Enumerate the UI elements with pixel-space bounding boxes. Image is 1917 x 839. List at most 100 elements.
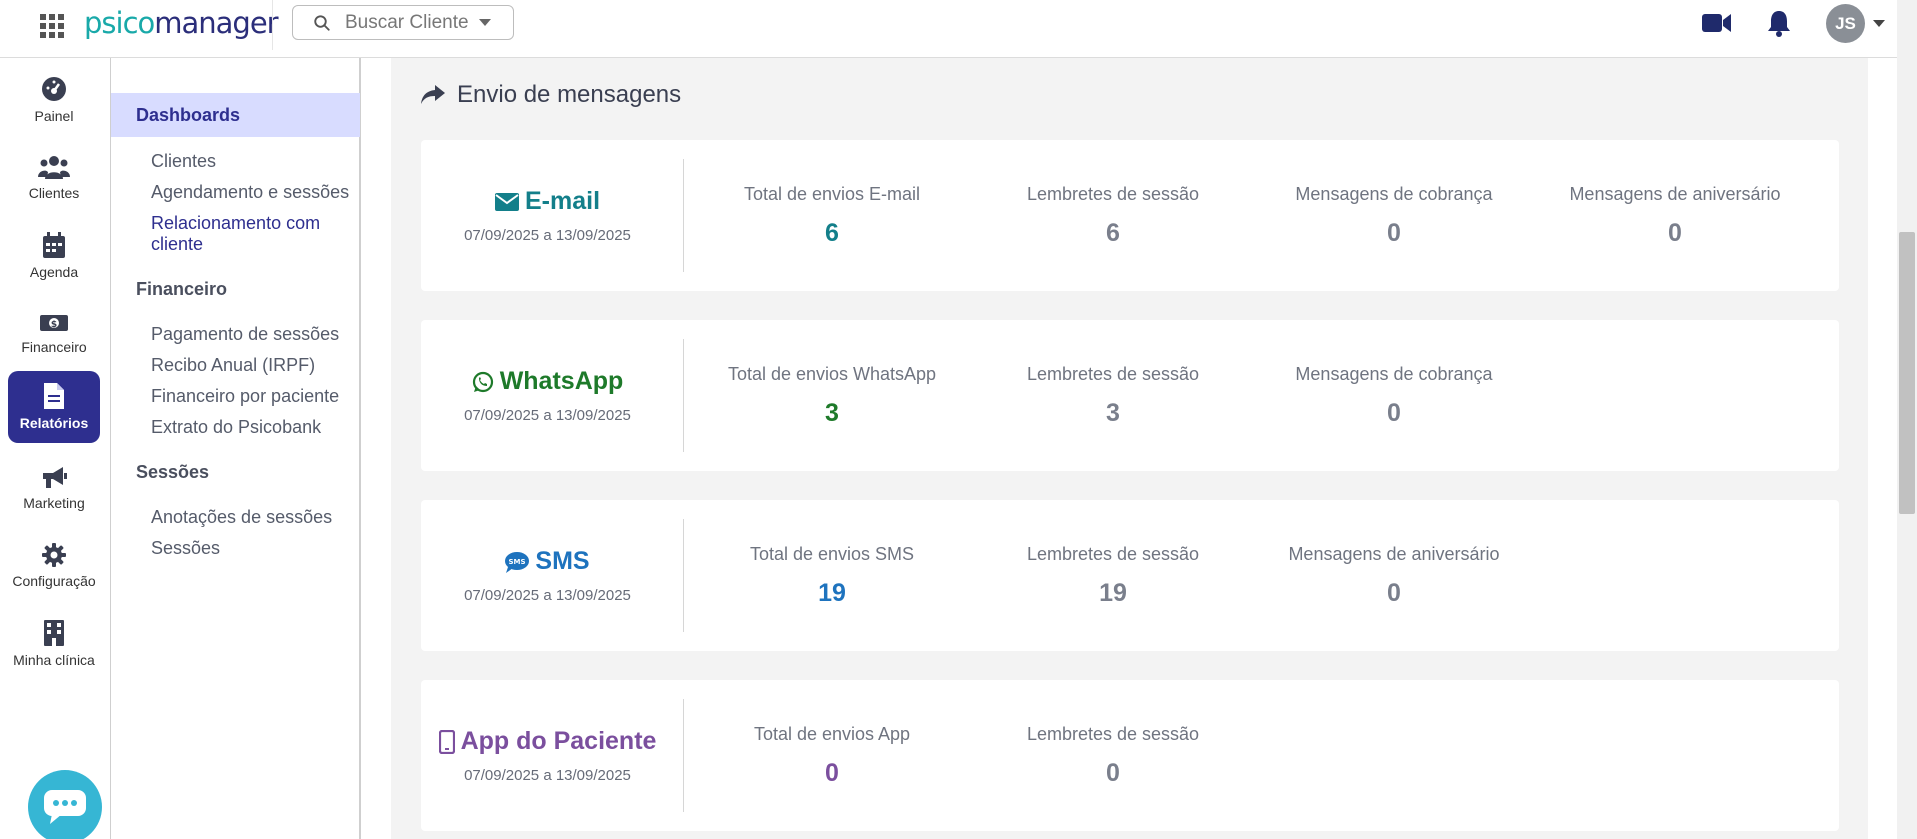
submenu-link-relacionamento[interactable]: Relacionamento com cliente [151,213,341,255]
channel-name: E-mail [524,187,601,215]
submenu-heading-sessoes: Sessões [136,462,210,482]
channel-header: E-mail 07/09/2025 a 13/09/2025 [421,140,674,291]
nav-item-agenda[interactable]: Agenda [8,221,100,291]
channel-title: WhatsApp [472,367,623,396]
stat-label: Total de envios WhatsApp [727,364,937,384]
logo[interactable]: psicomanager [84,6,279,40]
channel-header: WhatsApp 07/09/2025 a 13/09/2025 [421,320,674,471]
channel-title: SMS SMS [505,547,590,576]
avatar[interactable]: JS [1826,4,1865,43]
stat-lembretes: Lembretes de sessão 6 [993,184,1233,248]
money-icon: $ [40,315,68,331]
channel-date-range: 07/09/2025 a 13/09/2025 [464,587,631,604]
divider [683,699,684,812]
nav-item-clientes[interactable]: Clientes [8,143,100,213]
submenu-link-agendamento[interactable]: Agendamento e sessões [151,182,349,203]
nav-label: Financeiro [21,339,87,355]
stat-value: 0 [1668,219,1682,247]
stat-value: 6 [1106,219,1120,247]
svg-text:$: $ [51,320,57,330]
channel-card-sms: SMS SMS 07/09/2025 a 13/09/2025 Total de… [421,500,1839,651]
stat-value: 6 [825,219,839,247]
channel-card-whatsapp: WhatsApp 07/09/2025 a 13/09/2025 Total d… [421,320,1839,471]
stat-label: Mensagens de cobrança [1295,364,1493,384]
sms-icon: SMS [505,551,530,573]
nav-item-relatorios[interactable]: Relatórios [8,371,100,443]
stat-total: Total de envios App 0 [712,724,952,788]
nav-label: Minha clínica [13,652,95,668]
stat-label: Total de envios App [753,724,911,744]
page-scrollbar[interactable] [1897,0,1917,839]
main-nav-rail: Painel Clientes Agenda $ Financeiro Rela… [0,58,110,839]
stat-total: Total de envios E-mail 6 [712,184,952,248]
channel-name: App do Paciente [460,727,657,755]
search-client-input[interactable]: Buscar Cliente [292,5,514,40]
divider [683,159,684,272]
stat-lembretes: Lembretes de sessão 3 [993,364,1233,428]
nav-item-configuracao[interactable]: Configuração [8,531,100,601]
svg-text:SMS: SMS [509,558,526,566]
stat-value: 0 [1387,579,1401,607]
channel-date-range: 07/09/2025 a 13/09/2025 [464,227,631,244]
stat-value: 19 [1099,579,1127,607]
nav-item-financeiro[interactable]: $ Financeiro [8,299,100,369]
building-icon [44,620,64,646]
top-bar: psicomanager Buscar Cliente JS [0,0,1897,58]
chat-support-button[interactable] [28,770,102,839]
search-placeholder: Buscar Cliente [345,11,469,33]
stat-aniversario: Mensagens de aniversário 0 [1555,184,1795,248]
submenu-heading-financeiro: Financeiro [136,279,228,299]
submenu-link-anotacoes[interactable]: Anotações de sessões [151,507,332,528]
dashboard-icon [42,77,66,101]
stat-total: Total de envios WhatsApp 3 [712,364,952,428]
chevron-down-icon [478,19,491,26]
submenu-link-clientes[interactable]: Clientes [151,151,216,172]
report-icon [44,383,64,409]
submenu-link-recibo[interactable]: Recibo Anual (IRPF) [151,355,315,376]
channel-card-app: App do Paciente 07/09/2025 a 13/09/2025 … [421,680,1839,831]
nav-item-minha-clinica[interactable]: Minha clínica [8,609,100,679]
submenu-link-extrato[interactable]: Extrato do Psicobank [151,417,321,438]
divider [683,519,684,632]
section-title-text: Envio de mensagens [457,81,682,108]
stat-label: Mensagens de aniversário [1288,544,1500,564]
stat-label: Total de envios SMS [749,544,915,564]
gear-icon [42,543,66,567]
stat-label: Mensagens de aniversário [1569,184,1781,204]
submenu-link-financeiro-paciente[interactable]: Financeiro por paciente [151,386,339,407]
nav-label: Painel [34,108,74,124]
nav-item-marketing[interactable]: Marketing [8,453,100,523]
search-icon [314,14,330,31]
section-title: Envio de mensagens [421,81,681,109]
apps-grid-icon[interactable] [37,11,64,38]
bell-icon[interactable] [1767,9,1791,37]
stat-aniversario: Mensagens de aniversário 0 [1274,544,1514,608]
stat-label: Lembretes de sessão [1026,184,1200,204]
stat-value: 0 [1106,759,1120,787]
nav-label: Configuração [12,573,96,589]
channel-date-range: 07/09/2025 a 13/09/2025 [464,407,631,424]
stat-value: 19 [818,579,846,607]
stat-value: 0 [1387,219,1401,247]
nav-item-painel[interactable]: Painel [8,65,100,135]
video-camera-icon[interactable] [1702,12,1732,34]
stat-label: Mensagens de cobrança [1295,184,1493,204]
stat-lembretes: Lembretes de sessão 19 [993,544,1233,608]
channel-date-range: 07/09/2025 a 13/09/2025 [464,767,631,784]
nav-label: Marketing [23,495,85,511]
submenu-link-pagamento[interactable]: Pagamento de sessões [151,324,339,345]
submenu-link-sessoes[interactable]: Sessões [151,538,220,559]
nav-label: Clientes [28,185,80,201]
channel-header: SMS SMS 07/09/2025 a 13/09/2025 [421,500,674,651]
share-arrow-icon [421,85,445,104]
stat-value: 3 [1106,399,1120,427]
chevron-down-icon[interactable] [1873,20,1885,27]
channel-title: E-mail [494,187,601,216]
submenu-dashboards[interactable]: Dashboards [111,93,360,137]
users-icon [38,156,70,179]
main-content: Envio de mensagens E-mail 07/09/2025 a 1… [391,58,1868,839]
scrollbar-thumb[interactable] [1899,232,1915,514]
stat-label: Lembretes de sessão [1026,544,1200,564]
divider [272,0,273,50]
stat-label: Total de envios E-mail [743,184,921,204]
